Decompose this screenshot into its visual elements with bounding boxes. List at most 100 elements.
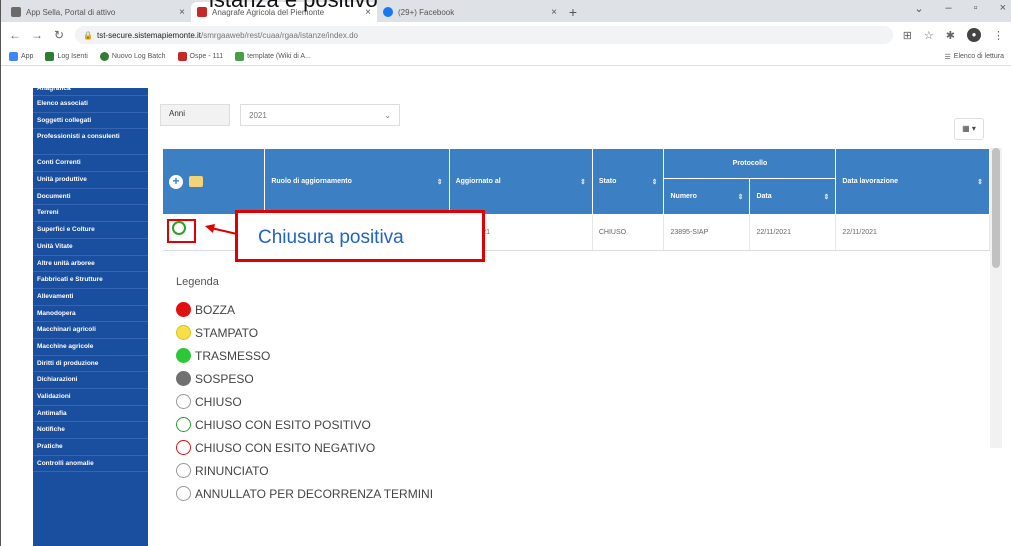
legend-item: TRASMESSO	[176, 344, 433, 367]
url-field[interactable]: 🔒 tst-secure.sistemapiemonte.it /smrgaaw…	[75, 26, 893, 44]
bookmark-label: template (Wiki di A...	[247, 53, 311, 60]
actions-header: +	[161, 148, 266, 215]
positive-status-icon[interactable]	[171, 221, 186, 235]
close-window-icon[interactable]: ×	[1000, 2, 1006, 15]
sidebar-item[interactable]: Fabbricati e Strutture	[33, 272, 148, 289]
legend-label: TRASMESSO	[195, 348, 271, 363]
url-path: /smrgaaweb/rest/cuaa/rgaa/istanze/index.…	[201, 30, 358, 40]
filter-label: Anni	[160, 104, 230, 126]
columns-toggle-button[interactable]: ▦ ▾	[954, 118, 984, 140]
tab-title: App Sella, Portal di attivo	[26, 7, 116, 17]
column-header[interactable]: Ruolo di aggiornamento ⇕	[264, 148, 450, 215]
tab-favicon-icon	[383, 7, 393, 17]
sidebar-item[interactable]: Antimafia	[33, 406, 148, 423]
sidebar-item[interactable]: Dichiarazioni	[33, 372, 148, 389]
bookmark-label: Log Isenti	[57, 53, 88, 60]
bookmark-label: Ospe - 111	[189, 53, 224, 60]
year-select[interactable]: 2021 ⌄	[240, 104, 400, 126]
legend-item: ANNULLATO PER DECORRENZA TERMINI	[176, 482, 433, 505]
avatar[interactable]: ●	[967, 28, 981, 42]
back-icon[interactable]: ←	[9, 28, 21, 42]
column-header[interactable]: Numero ⇕	[663, 178, 751, 215]
legend-item: CHIUSO	[176, 390, 433, 413]
address-bar-row: ← → ↻ 🔒 tst-secure.sistemapiemonte.it /s…	[1, 22, 1011, 48]
sidebar-item[interactable]: Pratiche	[33, 439, 148, 456]
scrollbar-thumb[interactable]	[992, 148, 1000, 268]
column-header[interactable]: Stato ⇕	[591, 148, 665, 215]
translate-icon[interactable]: ⊞	[903, 29, 912, 42]
scrollbar[interactable]	[990, 148, 1002, 448]
sidebar-item[interactable]: Terreni	[33, 205, 148, 223]
sidebar-item[interactable]: Soggetti collegati	[33, 113, 148, 130]
chevron-down-icon[interactable]: ⌄	[914, 2, 923, 15]
star-icon[interactable]: ☆	[924, 29, 934, 42]
sort-icon: ⇕	[977, 178, 983, 186]
sidebar-item[interactable]: Validazioni	[33, 389, 148, 406]
column-header[interactable]: Data lavorazione ⇕	[835, 148, 990, 215]
screenshot: App Sella, Portal di attivo × Anagrafe A…	[0, 0, 1011, 546]
new-tab-button[interactable]: +	[563, 2, 583, 22]
sidebar-item[interactable]: Diritti di produzione	[33, 356, 148, 373]
column-header[interactable]: Aggiornato al ⇕	[448, 148, 593, 215]
sidebar-item[interactable]: Macchine agricole	[33, 339, 148, 356]
toolbar-icons: ⊞ ☆ ✱ ● ⋮	[903, 28, 1004, 42]
main-content: Anni 2021 ⌄ ▦ ▾ + Ruolo di aggiornamento ⇕	[148, 88, 1011, 546]
legend-item: STAMPATO	[176, 321, 433, 344]
apps-icon	[9, 52, 18, 61]
close-icon[interactable]: ×	[179, 7, 185, 18]
lock-icon: 🔒	[83, 30, 93, 40]
sidebar-item[interactable]: Superfici e Colture	[33, 222, 148, 239]
status-dot-icon	[176, 394, 191, 409]
browser-tab[interactable]: (29+) Facebook ×	[377, 2, 563, 22]
legend-title: Legenda	[176, 276, 219, 288]
browser-tab[interactable]: App Sella, Portal di attivo ×	[5, 2, 191, 22]
legend-label: SOSPESO	[195, 371, 254, 386]
sidebar-item[interactable]: Professionisti a consulenti	[33, 129, 148, 156]
sidebar-item[interactable]: Unità Vitate	[33, 239, 148, 256]
status-dot-icon	[176, 371, 191, 386]
bookmark-item[interactable]: App	[9, 52, 33, 61]
status-dot-icon	[176, 417, 191, 432]
reading-list[interactable]: ☰ Elenco di lettura	[945, 53, 1004, 61]
add-icon[interactable]: +	[169, 174, 183, 189]
sidebar-item[interactable]: Controlli anomalie	[33, 456, 148, 473]
forward-icon[interactable]: →	[31, 28, 43, 42]
legend-label: STAMPATO	[195, 325, 259, 340]
sidebar-item[interactable]: Elenco associati	[33, 96, 148, 113]
status-dot-icon	[176, 440, 191, 455]
url-domain: tst-secure.sistemapiemonte.it	[96, 30, 202, 40]
sort-icon: ⇕	[737, 193, 744, 201]
sidebar-item[interactable]: Conti Correnti	[33, 155, 148, 173]
sidebar-item[interactable]: Macchinari agricoli	[33, 322, 148, 339]
sidebar-item[interactable]: Notifiche	[33, 422, 148, 440]
chevron-down-icon: ⌄	[384, 111, 391, 120]
bookmark-item[interactable]: Nuovo Log Batch	[99, 52, 166, 61]
maximize-icon[interactable]: ▫	[974, 2, 978, 15]
extensions-icon[interactable]: ✱	[946, 29, 955, 42]
bookmark-item[interactable]: Ospe - 111	[177, 52, 224, 61]
bookmark-item[interactable]: Log Isenti	[45, 52, 88, 61]
status-dot-icon	[176, 325, 191, 340]
sidebar-item[interactable]: Manodopera	[33, 306, 148, 323]
status-dot-icon	[176, 463, 191, 478]
bookmark-item[interactable]: template (Wiki di A...	[235, 52, 311, 61]
menu-icon[interactable]: ⋮	[993, 29, 1004, 42]
sidebar-item[interactable]: Documenti	[33, 189, 148, 206]
minimize-icon[interactable]: –	[946, 2, 952, 15]
folder-icon[interactable]	[189, 176, 203, 187]
sidebar-item[interactable]: Anagrafica	[33, 88, 148, 96]
sidebar-item[interactable]: Altre unità arboree	[33, 256, 148, 273]
caption-text: istanza è positivo	[209, 0, 378, 14]
reload-icon[interactable]: ↻	[53, 28, 65, 42]
tab-favicon-icon	[11, 7, 21, 17]
legend-item: CHIUSO CON ESITO POSITIVO	[176, 413, 433, 436]
sidebar-item[interactable]: Allevamenti	[33, 289, 148, 306]
legend-label: CHIUSO CON ESITO POSITIVO	[195, 417, 371, 432]
sidebar-item[interactable]: Unità produttive	[33, 172, 148, 189]
cell-stato: CHIUSO	[592, 214, 665, 251]
column-header[interactable]: Data ⇕	[749, 178, 837, 215]
window-controls: ⌄ – ▫ ×	[914, 2, 1006, 15]
column-header-label: Stato	[598, 177, 617, 185]
close-icon[interactable]: ×	[551, 7, 557, 18]
legend-items: BOZZA STAMPATO TRASMESSO SOSPESO CHIUSO CHIUS…	[176, 298, 433, 505]
